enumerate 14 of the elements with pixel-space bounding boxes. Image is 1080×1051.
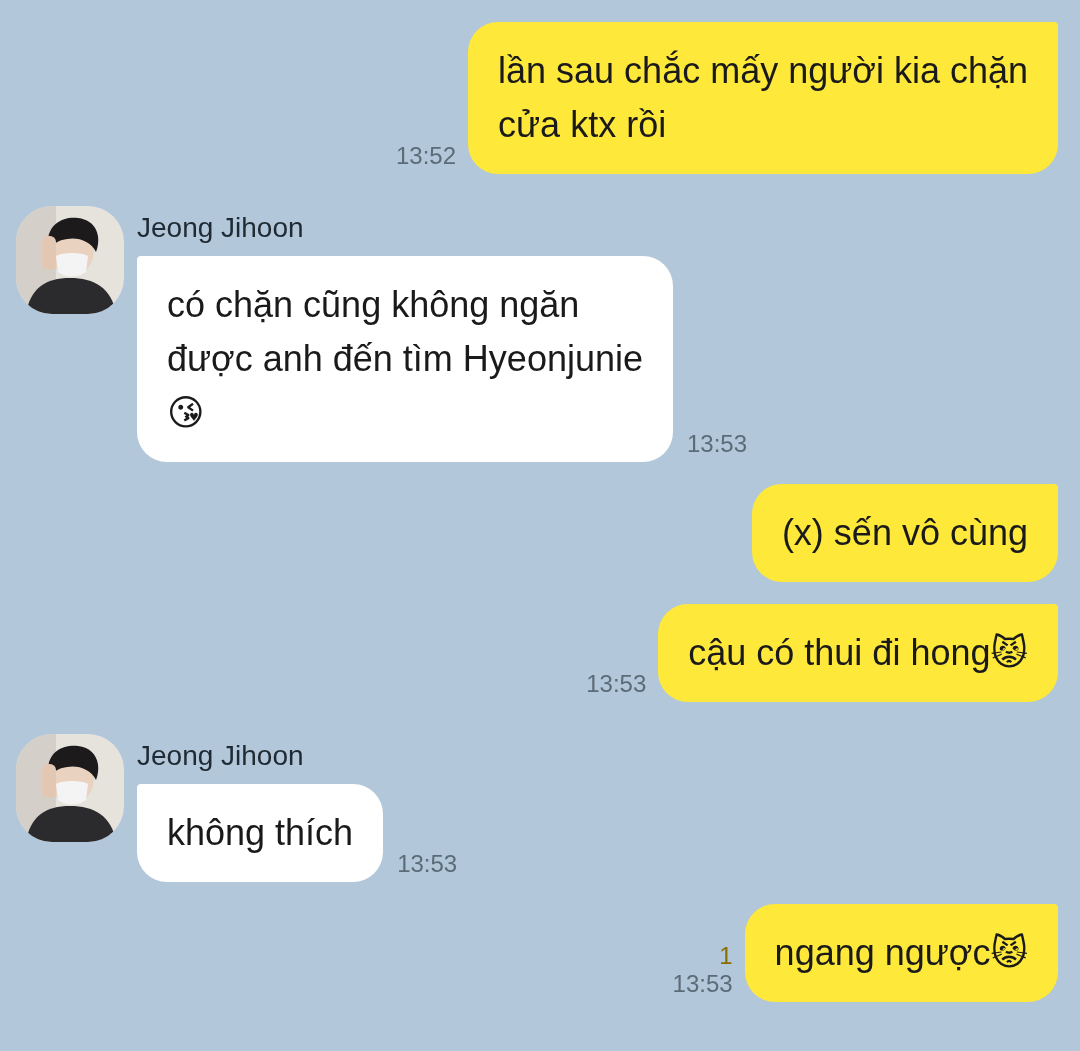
sender-name: Jeong Jihoon xyxy=(137,212,305,244)
message-bubble: không thích xyxy=(137,784,384,882)
message-bubble: (x) sến vô cùng xyxy=(751,484,1058,582)
message-bubble: cậu có thui đi hong😾 xyxy=(658,604,1058,702)
timestamp: 13:53 xyxy=(397,850,458,878)
unread-count: 1 xyxy=(719,942,733,970)
message-bubble: ngang ngược😾 xyxy=(744,904,1058,1002)
timestamp: 13:53 xyxy=(586,670,647,698)
message-bubble: lần sau chắc mấy người kia chặn cửa ktx rồi xyxy=(468,22,1058,174)
message-bubble: có chặn cũng không ngăn được anh đến tìm Hyeonjunie 😘 xyxy=(137,256,673,462)
timestamp: 13:52 xyxy=(395,142,456,170)
timestamp: 13:53 xyxy=(687,430,748,458)
timestamp: 13:53 xyxy=(672,970,733,998)
sender-name: Jeong Jihoon xyxy=(137,740,305,772)
